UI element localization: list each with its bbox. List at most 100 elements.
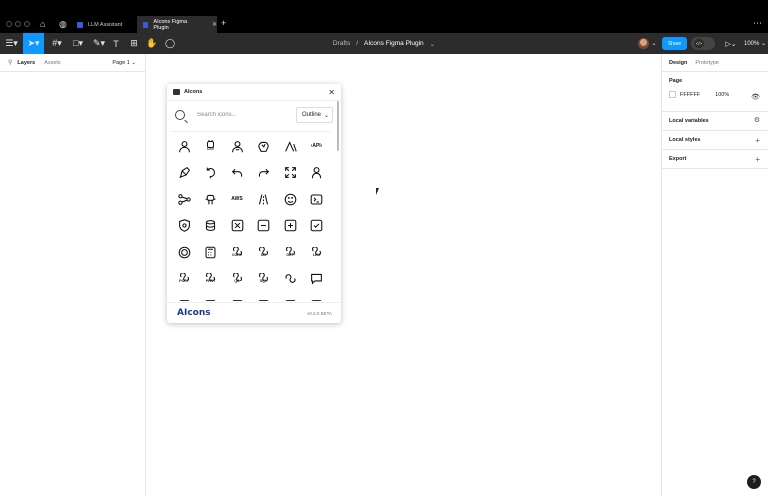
color-swatch[interactable]	[669, 91, 676, 98]
user-outline-icon[interactable]	[304, 160, 330, 186]
globe-icon[interactable]: ◍	[59, 19, 67, 30]
frame-tool-icon[interactable]: #▾	[48, 33, 66, 54]
calculator-icon[interactable]	[198, 239, 224, 265]
tab-prototype[interactable]: Prototype	[695, 60, 719, 66]
database-icon[interactable]	[198, 213, 224, 239]
tab-llm-assistant[interactable]: LLM Assistant	[71, 16, 136, 33]
browser-tab-bar: ⌂ ◍ LLM Assistant AIcons Figma Plugin ✕ …	[0, 0, 768, 33]
chat-bubble-icon[interactable]	[304, 266, 330, 292]
main-menu-icon[interactable]: ☰▾	[3, 33, 20, 54]
road-icon[interactable]	[251, 186, 277, 212]
close-icon[interactable]: ✕	[328, 88, 335, 97]
post-icon[interactable]: POST	[171, 266, 197, 292]
shape-tool-icon[interactable]: □▾	[69, 33, 87, 54]
api-icon[interactable]: ‹API›	[304, 133, 330, 159]
eye-icon[interactable]: 👁	[751, 93, 760, 101]
hand-tool-icon[interactable]: ✋	[146, 33, 158, 54]
person-badge-icon[interactable]	[224, 133, 250, 159]
comment-tool-icon[interactable]: ◯	[164, 33, 176, 54]
tab-layers[interactable]: Layers	[17, 60, 35, 66]
ai-letters-icon[interactable]	[277, 133, 303, 159]
prnt-icon[interactable]: PRNT	[198, 266, 224, 292]
sql-icon[interactable]: SQL	[251, 266, 277, 292]
code-icon: </>	[694, 39, 704, 48]
plugin-version: v0.6.0 BETA	[307, 310, 332, 316]
help-button[interactable]: ?	[747, 475, 761, 489]
csv-icon[interactable]: CSV	[198, 133, 224, 159]
record-icon[interactable]	[171, 239, 197, 265]
local-variables-label[interactable]: Local variables	[669, 118, 709, 124]
expand-icon[interactable]	[277, 160, 303, 186]
pen-nib-icon[interactable]	[171, 160, 197, 186]
grid-icon[interactable]	[304, 292, 330, 301]
close-square-icon[interactable]	[224, 213, 250, 239]
conv-icon[interactable]: CONV	[224, 239, 250, 265]
search-input[interactable]	[197, 112, 287, 118]
get-icon[interactable]: GET	[277, 239, 303, 265]
tab-aicons-plugin[interactable]: AIcons Figma Plugin ✕	[137, 16, 217, 33]
tab-favicon-icon	[143, 21, 149, 28]
avatar[interactable]	[638, 38, 649, 49]
style-select[interactable]: Outline ⌄	[296, 107, 333, 123]
window-controls[interactable]	[6, 21, 30, 27]
db-icon[interactable]: DB	[251, 239, 277, 265]
plus-icon[interactable]: +	[755, 155, 760, 164]
brain-icon[interactable]	[251, 133, 277, 159]
local-styles-section: Local styles +	[662, 131, 768, 150]
share-nodes-icon[interactable]	[171, 186, 197, 212]
page-selector[interactable]: Page 1 ⌄	[112, 60, 136, 66]
minus-square-icon[interactable]	[251, 213, 277, 239]
grid-icon[interactable]	[251, 292, 277, 301]
tab-assets[interactable]: Assets	[44, 60, 61, 66]
aws-icon[interactable]: AWS	[224, 186, 250, 212]
terminal-icon[interactable]	[304, 186, 330, 212]
search-icon[interactable]: ⚲	[8, 59, 12, 66]
grid-icon[interactable]	[198, 292, 224, 301]
right-panel: Design Prototype Page FFFFFF 100% 👁 Loca…	[661, 54, 768, 496]
link-icon[interactable]	[277, 266, 303, 292]
plus-square-icon[interactable]	[277, 213, 303, 239]
check-square-icon[interactable]	[304, 213, 330, 239]
dev-mode-toggle[interactable]: </>	[691, 37, 715, 50]
plus-icon[interactable]: +	[755, 136, 760, 145]
search-icon	[175, 110, 185, 120]
more-icon[interactable]: ⋯	[753, 18, 762, 29]
robot-icon[interactable]	[198, 186, 224, 212]
move-tool-icon[interactable]: ➤▾	[23, 33, 44, 54]
page-fill-row[interactable]: FFFFFF 100%	[669, 91, 761, 98]
grid-icon[interactable]	[277, 292, 303, 301]
share-button[interactable]: Share	[662, 37, 687, 50]
refresh-arrow-icon[interactable]	[198, 160, 224, 186]
plugin-header: AIcons	[167, 84, 341, 101]
undo-icon[interactable]	[224, 160, 250, 186]
chevron-down-icon[interactable]: ⌄	[650, 33, 658, 54]
scrollbar[interactable]	[337, 101, 339, 151]
local-variables-section: Local variables ⚙	[662, 112, 768, 131]
person-icon[interactable]	[171, 133, 197, 159]
new-tab-button[interactable]: +	[221, 18, 226, 28]
text-tool-icon[interactable]: T	[110, 33, 122, 54]
aicons-logo: AIcons	[177, 308, 211, 318]
settings-sliders-icon[interactable]: ⚙	[754, 116, 760, 124]
tab-favicon-icon	[77, 21, 83, 28]
chevron-down-icon: ⌄	[759, 41, 767, 47]
plugin-logo-icon	[173, 89, 180, 95]
redo-icon[interactable]	[251, 160, 277, 186]
pen-tool-icon[interactable]: ✎▾	[90, 33, 108, 54]
resources-tool-icon[interactable]: ⊞	[128, 33, 140, 54]
shield-icon[interactable]	[171, 213, 197, 239]
home-icon[interactable]: ⌂	[40, 19, 45, 29]
page-section: Page FFFFFF 100% 👁	[662, 72, 768, 112]
close-tab-icon[interactable]: ✕	[212, 21, 217, 28]
zoom-level[interactable]: 100% ⌄	[744, 33, 766, 54]
grid-icon[interactable]	[171, 292, 197, 301]
qa-icon[interactable]: QA	[224, 266, 250, 292]
plugin-footer: AIcons v0.6.0 BETA	[167, 302, 341, 323]
tab-design[interactable]: Design	[669, 60, 687, 66]
page-opacity[interactable]: 100%	[715, 92, 729, 98]
page-color[interactable]: FFFFFF	[680, 92, 700, 98]
present-icon[interactable]: ▷⌄	[723, 33, 739, 54]
llm-icon[interactable]: LLM	[304, 239, 330, 265]
smiley-icon[interactable]	[277, 186, 303, 212]
grid-icon[interactable]	[224, 292, 250, 301]
